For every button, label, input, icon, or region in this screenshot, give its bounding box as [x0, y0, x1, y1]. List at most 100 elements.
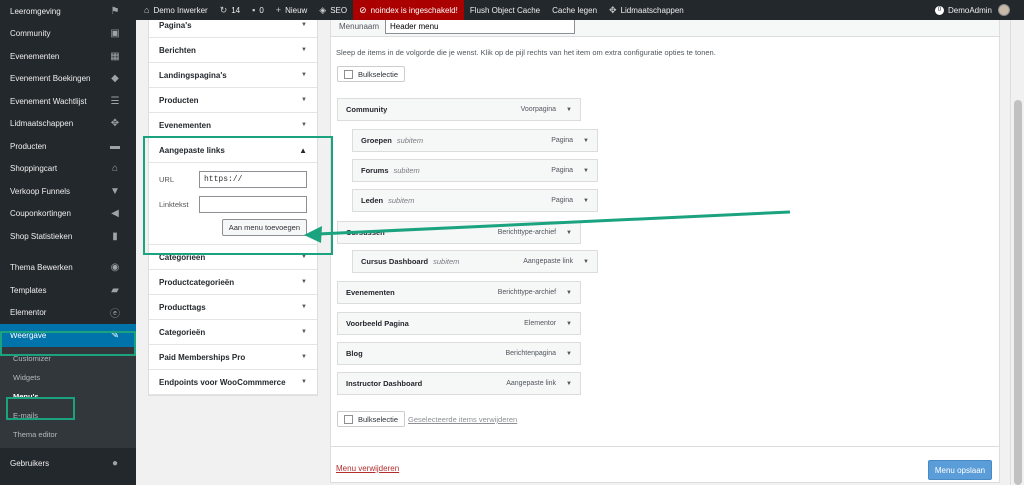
menu-item[interactable]: Evenementen Berichttype-archief ▼: [337, 281, 581, 304]
chevron-down-icon[interactable]: ▼: [566, 381, 572, 387]
home-icon: ⌂: [144, 5, 150, 15]
accordion-section-header[interactable]: Paid Memberships Pro ▼: [149, 345, 317, 370]
menu-item-title: Groepen: [361, 136, 392, 145]
link-text-input[interactable]: [199, 196, 307, 213]
menu-item-type: Berichtenpagina: [505, 350, 557, 357]
menu-item[interactable]: Groepen subitem Pagina ▼: [352, 129, 598, 152]
elementor-icon: ⓔ: [110, 309, 120, 321]
chevron-down-icon[interactable]: ▼: [566, 107, 572, 113]
sidebar-item-community[interactable]: Community ▣: [0, 23, 136, 46]
sidebar-item-gebruikers[interactable]: Gebruikers ●: [0, 453, 136, 476]
sidebar-item-evenement-wachtlijst[interactable]: Evenement Wachtlijst ☰: [0, 90, 136, 113]
menu-item-type: Aangepaste link: [523, 258, 574, 265]
menu-item[interactable]: Leden subitem Pagina ▼: [352, 189, 598, 212]
admin-sidebar: Leeromgeving ⚑ Community ▣ Evenementen ▦ Evene…: [0, 0, 136, 485]
menu-item[interactable]: Blog Berichtenpagina ▼: [337, 342, 581, 365]
tag-icon: ◆: [111, 73, 119, 85]
sidebar-item-producten[interactable]: Producten ▬: [0, 135, 136, 158]
menu-item-title: Cursussen: [346, 228, 385, 237]
sidebar-item-lidmaatschappen[interactable]: Lidmaatschappen ✥: [0, 113, 136, 136]
plus-icon: +: [275, 5, 282, 15]
list-icon: ☰: [110, 95, 120, 107]
accordion-section-header[interactable]: Productcategorieën ▼: [149, 270, 317, 295]
accordion-section-header[interactable]: Categorieën ▼: [149, 245, 317, 270]
seo-link[interactable]: ◈ SEO: [313, 0, 353, 20]
clear-cache-link[interactable]: Cache legen: [546, 0, 603, 20]
accordion-section-header[interactable]: Producten ▼: [149, 88, 317, 113]
chevron-down-icon: ▼: [301, 254, 307, 260]
menu-item[interactable]: Instructor Dashboard Aangepaste link ▼: [337, 372, 581, 395]
save-menu-button[interactable]: Menu opslaan: [928, 460, 992, 480]
submenu-customizer[interactable]: Customizer: [0, 349, 136, 368]
scrollbar-thumb[interactable]: [1014, 100, 1022, 485]
menu-item[interactable]: Community Voorpagina ▼: [337, 98, 581, 121]
sidebar-item-elementor[interactable]: Elementor ⓔ: [0, 302, 136, 325]
updates-link[interactable]: ↻ 14: [214, 0, 246, 20]
bulk-select-bottom[interactable]: Bulkselectie: [337, 411, 406, 427]
sidebar-item-templates[interactable]: Templates ▰: [0, 279, 136, 302]
menu-item[interactable]: Cursus Dashboard subitem Aangepaste link ▼: [352, 250, 598, 273]
chevron-down-icon[interactable]: ▼: [583, 198, 589, 204]
flush-cache-link[interactable]: Flush Object Cache: [464, 0, 546, 20]
new-content-link[interactable]: + Nieuw: [270, 0, 314, 20]
chevron-down-icon: ▼: [301, 22, 307, 28]
menu-item-title: Cursus Dashboard: [361, 257, 429, 266]
accordion-section-header[interactable]: Categorieën ▼: [149, 320, 317, 345]
update-icon: ↻: [219, 4, 228, 15]
chevron-down-icon[interactable]: ▼: [583, 259, 589, 265]
sidebar-item-evenement-boekingen[interactable]: Evenement Boekingen ◆: [0, 68, 136, 91]
menu-item-type: Pagina: [551, 137, 574, 144]
chevron-down-icon[interactable]: ▼: [583, 138, 589, 144]
menu-item[interactable]: Forums subitem Pagina ▼: [352, 159, 598, 182]
menu-item[interactable]: Voorbeeld Pagina Elementor ▼: [337, 312, 581, 335]
user-icon: ●: [111, 458, 119, 470]
sidebar-item-evenementen[interactable]: Evenementen ▦: [0, 45, 136, 68]
sidebar-item-thema-bewerken[interactable]: Thema Bewerken ◉: [0, 257, 136, 280]
bulk-checkbox[interactable]: [344, 69, 353, 79]
site-name-link[interactable]: ⌂ Demo Inwerker: [138, 0, 214, 20]
bulk-select-top[interactable]: Bulkselectie: [337, 66, 406, 82]
comments-link[interactable]: ▪ 0: [246, 0, 270, 20]
groups-icon: ✥: [609, 4, 617, 15]
chevron-down-icon: ▼: [301, 72, 307, 78]
menu-item-title: Instructor Dashboard: [346, 379, 423, 388]
memberships-link[interactable]: ✥ Lidmaatschappen: [603, 0, 690, 20]
submenu-emails[interactable]: E-mails: [0, 406, 136, 425]
chevron-down-icon[interactable]: ▼: [583, 168, 589, 174]
chevron-down-icon: ▼: [301, 304, 307, 310]
scrollbar[interactable]: [1010, 20, 1024, 485]
sidebar-item-weergave[interactable]: Weergave ✎: [0, 324, 136, 347]
bulk-checkbox[interactable]: [344, 414, 353, 424]
delete-selected-link[interactable]: Geselecteerde items verwijderen: [408, 415, 517, 424]
sidebar-item-leeromgeving[interactable]: Leeromgeving ⚑: [0, 0, 136, 23]
noindex-warning[interactable]: ⊘ noindex is ingeschakeld!: [353, 0, 464, 20]
submenu-menus[interactable]: Menu's: [0, 387, 136, 406]
accordion-section-header[interactable]: Evenementen ▼: [149, 113, 317, 138]
custom-links-section-header[interactable]: Aangepaste links ▲: [149, 138, 317, 163]
user-menu[interactable]: DemoAdmin: [948, 6, 992, 15]
chevron-down-icon[interactable]: ▼: [566, 351, 572, 357]
sidebar-item-verkoop-funnels[interactable]: Verkoop Funnels ▼: [0, 180, 136, 203]
accordion-section-header[interactable]: Endpoints voor WooCommmerce ▼: [149, 370, 317, 395]
notification-badge[interactable]: 0: [934, 5, 944, 15]
chevron-down-icon[interactable]: ▼: [566, 230, 572, 236]
chevron-down-icon: ▼: [301, 47, 307, 53]
sidebar-item-couponkortingen[interactable]: Couponkortingen ◀: [0, 203, 136, 226]
avatar[interactable]: [998, 4, 1010, 16]
menu-name-input[interactable]: [385, 18, 576, 34]
chevron-down-icon[interactable]: ▼: [566, 290, 572, 296]
sidebar-item-shop-statistieken[interactable]: Shop Statistieken ▮: [0, 225, 136, 248]
comment-icon: ▪: [252, 5, 256, 15]
sidebar-item-shoppingcart[interactable]: Shoppingcart ⌂: [0, 158, 136, 181]
accordion-section-header[interactable]: Landingspagina's ▼: [149, 63, 317, 88]
url-input[interactable]: [199, 171, 307, 188]
add-to-menu-button[interactable]: Aan menu toevoegen: [221, 219, 307, 236]
submenu-theme-editor[interactable]: Thema editor: [0, 425, 136, 444]
accordion-section-header[interactable]: Producttags ▼: [149, 295, 317, 320]
accordion-section-header[interactable]: Berichten ▼: [149, 38, 317, 63]
menu-item[interactable]: Cursussen Berichttype-archief ▼: [337, 221, 581, 244]
delete-menu-link[interactable]: Menu verwijderen: [336, 464, 399, 473]
submenu-widgets[interactable]: Widgets: [0, 368, 136, 387]
chevron-down-icon[interactable]: ▼: [566, 321, 572, 327]
menu-items-accordion: Pagina's ▼ Berichten ▼ Landingspagina's ▼ Prod…: [148, 12, 318, 396]
